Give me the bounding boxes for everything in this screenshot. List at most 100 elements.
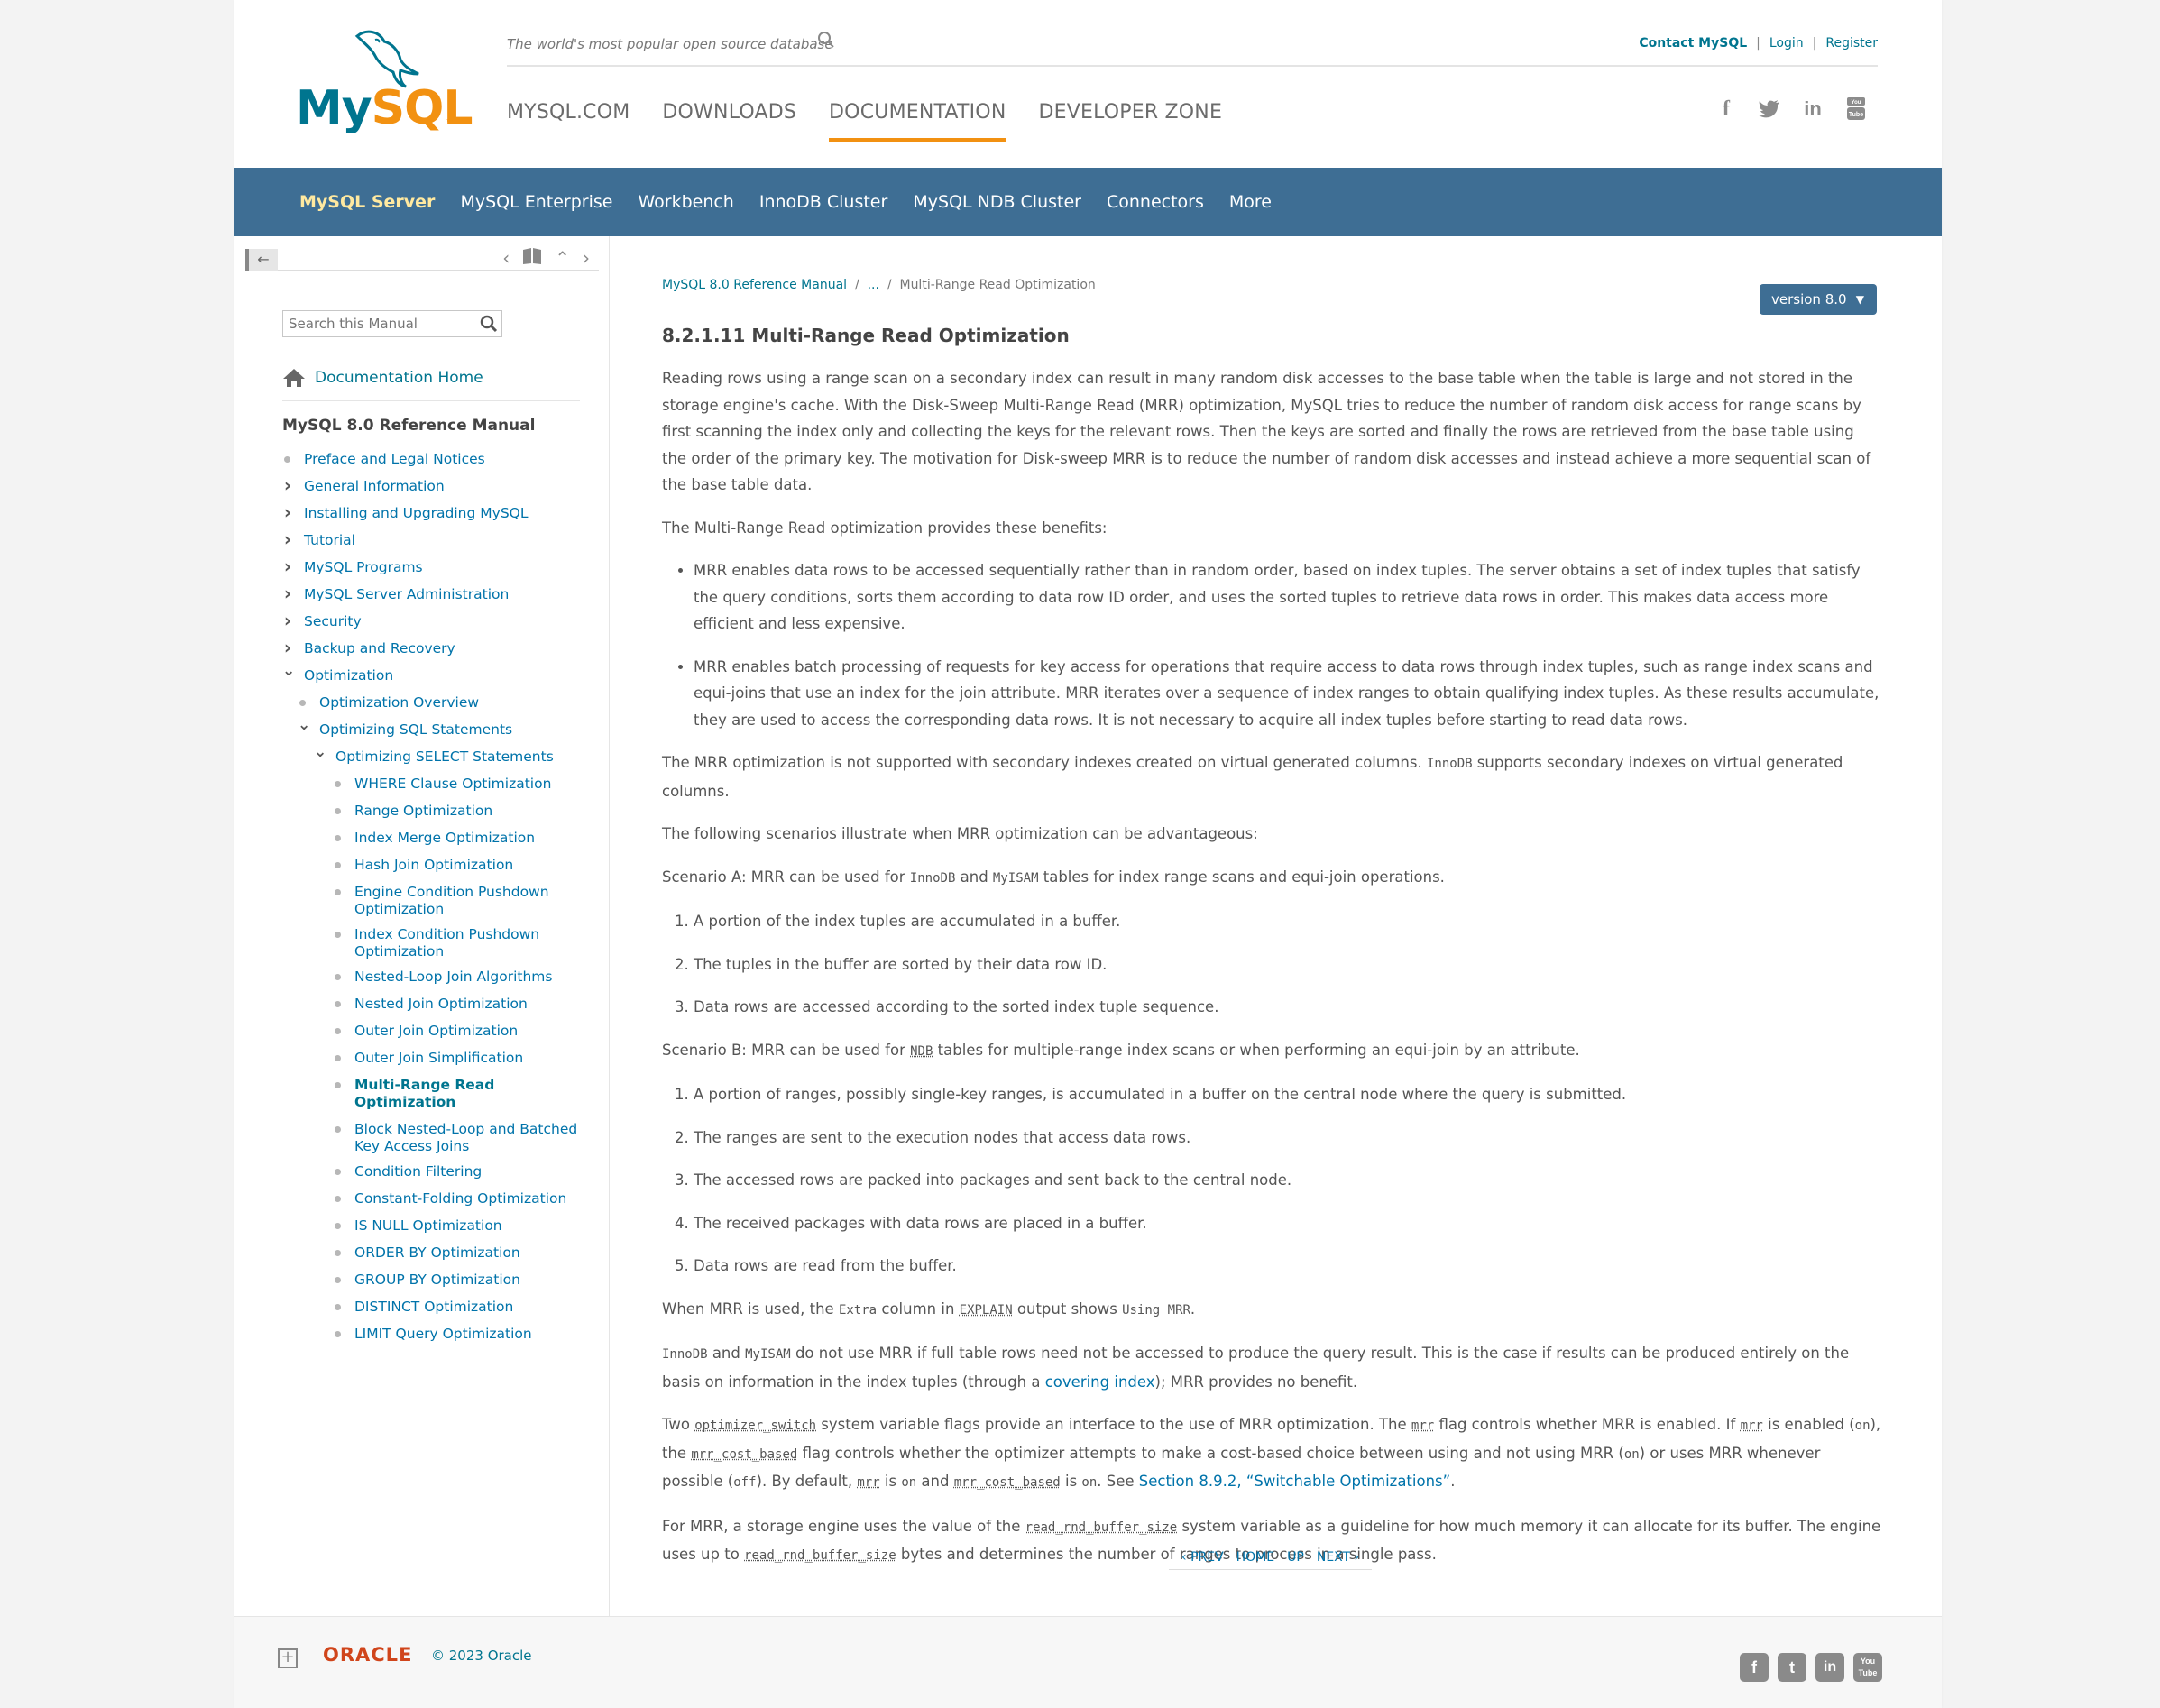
toc-item[interactable]: WHERE Clause Optimization (282, 776, 598, 793)
chevron-right-icon[interactable]: › (282, 557, 293, 575)
linkedin-icon[interactable]: in (1801, 96, 1825, 123)
twitter-icon[interactable]: t (1778, 1653, 1806, 1682)
product-innodb-cluster[interactable]: InnoDB Cluster (759, 192, 887, 212)
toc-item[interactable]: Nested-Loop Join Algorithms (282, 969, 598, 986)
prev-page-icon[interactable]: ‹ (502, 247, 510, 270)
toc-item[interactable]: Nested Join Optimization (282, 996, 598, 1013)
breadcrumb-root[interactable]: MySQL 8.0 Reference Manual (662, 278, 847, 292)
toc-item[interactable]: ⌄ Optimization (282, 664, 598, 684)
chevron-right-icon[interactable]: › (282, 503, 293, 521)
chevron-right-icon[interactable]: › (282, 530, 293, 548)
toc-item[interactable]: Condition Filtering (282, 1163, 598, 1180)
breadcrumb-ellipsis[interactable]: ... (868, 278, 879, 292)
version-selector[interactable]: version 8.0 ▼ (1760, 284, 1877, 315)
toc-item[interactable]: Outer Join Simplification (282, 1050, 598, 1067)
prev-link[interactable]: ‹ PREV (1181, 1550, 1224, 1569)
nav-mysql-com[interactable]: MYSQL.COM (507, 101, 630, 142)
covering-index-link[interactable]: covering index (1045, 1373, 1155, 1391)
toc-item[interactable]: › Installing and Upgrading MySQL (282, 503, 598, 522)
product-workbench[interactable]: Workbench (638, 192, 733, 212)
toc-item[interactable]: Range Optimization (282, 803, 598, 820)
mysql-logo[interactable]: MySQL ™ (296, 29, 473, 139)
next-link[interactable]: NEXT › (1317, 1550, 1359, 1569)
product-more[interactable]: More (1229, 192, 1272, 212)
toc-item-label: MySQL Programs (304, 559, 423, 575)
toc-item[interactable]: › MySQL Server Administration (282, 584, 598, 603)
book-icon[interactable] (522, 247, 542, 270)
toc-item[interactable]: Block Nested-Loop and Batched Key Access… (282, 1121, 598, 1155)
oracle-logo[interactable]: ORACLE (323, 1644, 412, 1666)
toc-item[interactable]: Constant-Folding Optimization (282, 1190, 598, 1208)
copyright[interactable]: © 2023 Oracle (431, 1648, 532, 1664)
toc-item-label: DISTINCT Optimization (354, 1299, 514, 1315)
toc-item[interactable]: › Security (282, 611, 598, 630)
chevron-right-icon[interactable]: › (282, 638, 293, 657)
register-link[interactable]: Register (1825, 36, 1878, 51)
toc-item[interactable]: Outer Join Optimization (282, 1023, 598, 1040)
toc-item[interactable]: Multi-Range Read Optimization (282, 1077, 598, 1111)
nav-developer-zone[interactable]: DEVELOPER ZONE (1038, 101, 1222, 142)
toc-item[interactable]: Index Condition Pushdown Optimization (282, 926, 598, 960)
mrr-link[interactable]: mrr (1411, 1419, 1434, 1433)
linkedin-icon[interactable]: in (1815, 1653, 1844, 1682)
toc-item[interactable]: › MySQL Programs (282, 557, 598, 576)
toc-item[interactable]: DISTINCT Optimization (282, 1299, 598, 1316)
toc-item[interactable]: › General Information (282, 476, 598, 495)
explain-link[interactable]: EXPLAIN (960, 1303, 1013, 1318)
toc-item[interactable]: Optimization Overview (282, 694, 598, 712)
next-page-icon[interactable]: › (583, 247, 590, 270)
toc-item[interactable]: › Backup and Recovery (282, 638, 598, 657)
toc-item[interactable]: Index Merge Optimization (282, 830, 598, 847)
mrr-link[interactable]: mrr (857, 1475, 879, 1490)
toc-item[interactable]: LIMIT Query Optimization (282, 1326, 598, 1343)
chevron-right-icon[interactable]: › (282, 476, 293, 494)
mrr-link[interactable]: mrr (1741, 1419, 1763, 1433)
search-icon[interactable] (816, 30, 836, 50)
mrr-cost-based-link[interactable]: mrr_cost_based (691, 1447, 797, 1462)
toc-item[interactable]: › Tutorial (282, 530, 598, 549)
toc-item[interactable]: ⌄ Optimizing SQL Statements (282, 718, 598, 739)
login-link[interactable]: Login (1769, 36, 1804, 51)
product-connectors[interactable]: Connectors (1107, 192, 1204, 212)
toc-item[interactable]: Hash Join Optimization (282, 857, 598, 874)
chevron-down-icon[interactable]: ⌄ (282, 664, 295, 679)
chevron-down-icon[interactable]: ⌄ (314, 745, 326, 760)
up-icon[interactable]: ⌃ (555, 247, 570, 270)
collapse-sidebar-icon[interactable]: ← (245, 249, 278, 271)
contact-link[interactable]: Contact MySQL (1639, 36, 1747, 51)
youtube-icon[interactable]: You Tube (1853, 1653, 1882, 1682)
twitter-icon[interactable] (1758, 96, 1781, 123)
nav-documentation[interactable]: DOCUMENTATION (829, 101, 1006, 142)
toc-item[interactable]: ⌄ Optimizing SELECT Statements (282, 745, 598, 766)
manual-title[interactable]: MySQL 8.0 Reference Manual (282, 417, 535, 435)
optimizer-switch-link[interactable]: optimizer_switch (694, 1419, 816, 1433)
home-link[interactable]: HOME (1236, 1550, 1274, 1569)
read-rnd-buffer-size-link[interactable]: read_rnd_buffer_size (744, 1548, 896, 1563)
manual-search-input[interactable] (283, 311, 464, 336)
toc-item[interactable]: Engine Condition Pushdown Optimization (282, 884, 598, 918)
nav-downloads[interactable]: DOWNLOADS (662, 101, 796, 142)
chevron-right-icon[interactable]: › (282, 611, 293, 629)
read-rnd-buffer-size-link[interactable]: read_rnd_buffer_size (1025, 1520, 1178, 1535)
product-mysql-server[interactable]: MySQL Server (299, 192, 435, 212)
toc-item[interactable]: ORDER BY Optimization (282, 1244, 598, 1262)
toc-item[interactable]: GROUP BY Optimization (282, 1272, 598, 1289)
mrr-cost-based-link[interactable]: mrr_cost_based (954, 1475, 1061, 1490)
up-link[interactable]: UP (1287, 1550, 1304, 1569)
documentation-home-link[interactable]: Documentation Home (282, 368, 483, 388)
facebook-icon[interactable]: f (1714, 96, 1738, 123)
search-icon[interactable] (479, 314, 499, 334)
toc-item-label: Index Condition Pushdown Optimization (354, 926, 540, 960)
youtube-icon[interactable]: You Tube (1844, 96, 1868, 123)
product-mysql-enterprise[interactable]: MySQL Enterprise (460, 192, 612, 212)
facebook-icon[interactable]: f (1740, 1653, 1769, 1682)
paragraph: Reading rows using a range scan on a sec… (662, 370, 1871, 493)
toc-item[interactable]: IS NULL Optimization (282, 1217, 598, 1235)
toc-item[interactable]: Preface and Legal Notices (282, 451, 598, 468)
chevron-right-icon[interactable]: › (282, 584, 293, 602)
expand-icon[interactable]: + (278, 1648, 298, 1668)
switchable-optimizations-link[interactable]: Section 8.9.2, “Switchable Optimizations… (1139, 1473, 1450, 1490)
ndb-link[interactable]: NDB (910, 1044, 933, 1059)
chevron-down-icon[interactable]: ⌄ (298, 718, 310, 733)
product-ndb-cluster[interactable]: MySQL NDB Cluster (913, 192, 1081, 212)
